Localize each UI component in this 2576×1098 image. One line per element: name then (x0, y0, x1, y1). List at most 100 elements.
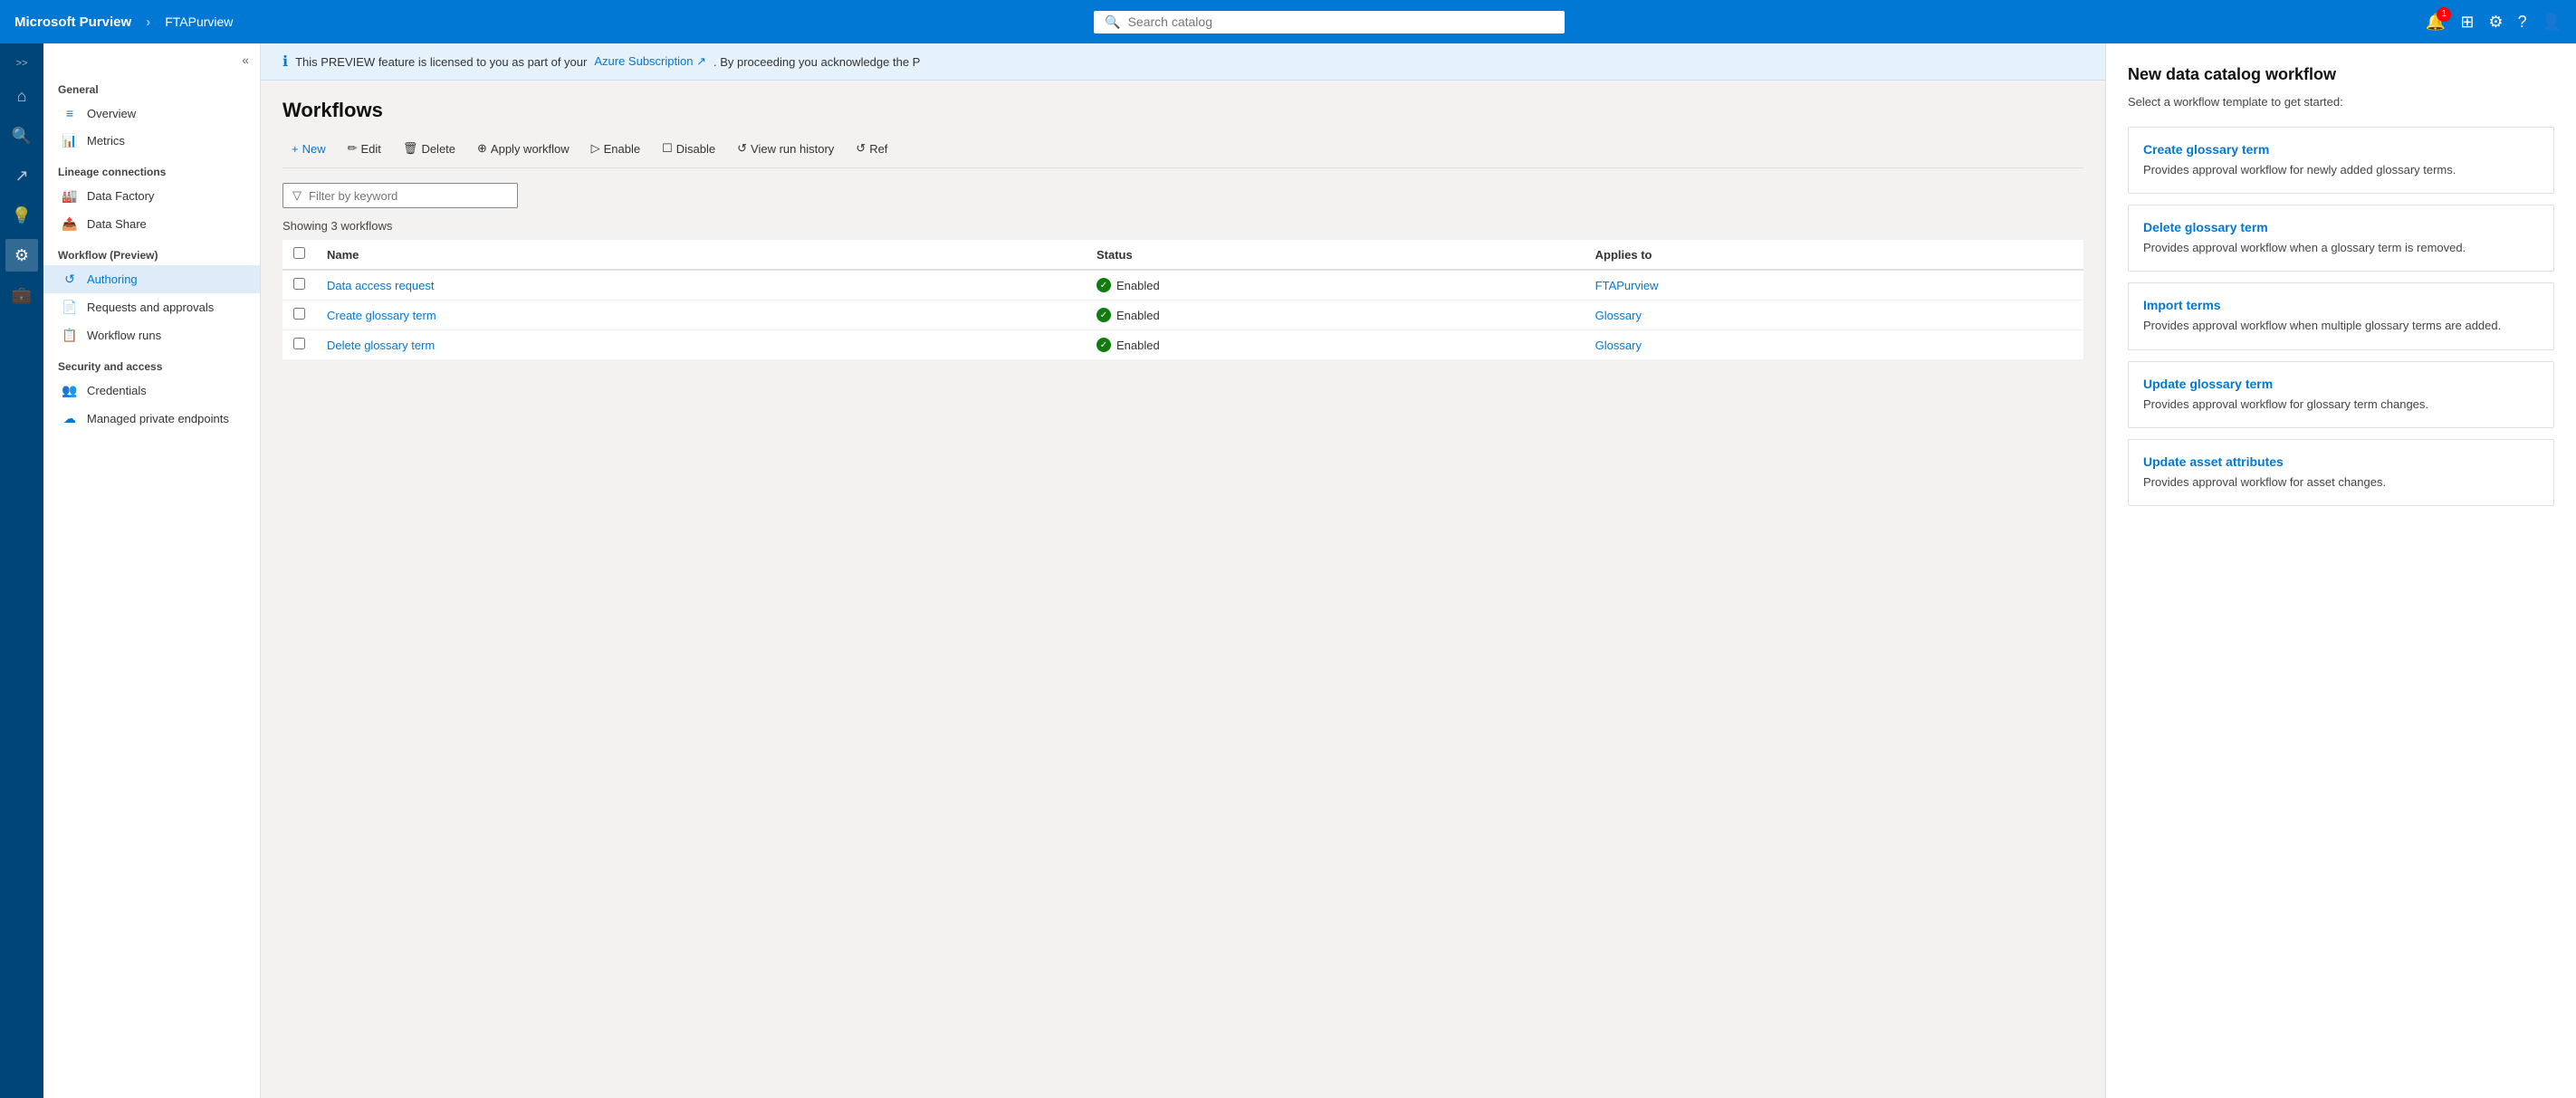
new-button[interactable]: + New (282, 138, 335, 160)
sidebar-item-overview[interactable]: ≡ Overview (43, 100, 260, 127)
template-title-3: Update glossary term (2143, 377, 2539, 391)
refresh-icon: ↺ (856, 141, 866, 156)
row-status-1: ✓ Enabled (1086, 301, 1585, 330)
azure-subscription-link[interactable]: Azure Subscription ↗ (594, 54, 706, 69)
sidebar-icon-lineage[interactable]: ↗ (5, 159, 38, 192)
status-label-1: Enabled (1116, 309, 1160, 322)
edit-button[interactable]: ✏ Edit (339, 137, 390, 160)
refresh-button[interactable]: ↺ Ref (847, 137, 896, 160)
enable-label: Enable (604, 142, 640, 156)
status-label-0: Enabled (1116, 279, 1160, 292)
workflow-link-1[interactable]: Create glossary term (327, 309, 436, 322)
workflow-link-2[interactable]: Delete glossary term (327, 339, 435, 352)
sidebar-item-label: Data Share (87, 217, 147, 231)
sidebar-item-label: Data Factory (87, 189, 154, 203)
delete-icon: 🗑 (403, 141, 418, 156)
template-card-2[interactable]: Import terms Provides approval workflow … (2128, 282, 2554, 349)
sidebar-icon-management[interactable]: ⚙ (5, 239, 38, 272)
template-card-1[interactable]: Delete glossary term Provides approval w… (2128, 205, 2554, 272)
info-text-after: . By proceeding you acknowledge the P (713, 55, 920, 69)
template-card-4[interactable]: Update asset attributes Provides approva… (2128, 439, 2554, 506)
sidebar-icon-home[interactable]: ⌂ (5, 80, 38, 112)
filter-input-wrapper[interactable]: ▽ (282, 183, 518, 208)
applies-link-0[interactable]: FTAPurview (1595, 279, 1659, 292)
help-icon: ? (2518, 13, 2527, 31)
section-title-general: General (43, 72, 260, 100)
disable-button[interactable]: ☐ Disable (653, 137, 724, 160)
row-applies-1: Glossary (1585, 301, 2083, 330)
sidebar-collapse-top[interactable]: >> (13, 54, 32, 72)
row-checkbox-2[interactable] (293, 338, 305, 349)
template-cards-container: Create glossary term Provides approval w… (2128, 127, 2554, 506)
enable-icon: ▷ (591, 141, 600, 156)
nav-collapse-area: « (43, 43, 260, 72)
applies-link-2[interactable]: Glossary (1595, 339, 1642, 352)
gear-icon: ⚙ (2488, 13, 2503, 31)
refresh-label: Ref (869, 142, 887, 156)
sidebar-item-data-factory[interactable]: 🏭 Data Factory (43, 182, 260, 210)
page-title: Workflows (282, 99, 2083, 122)
applies-link-1[interactable]: Glossary (1595, 309, 1642, 322)
sidebar-icon-insights[interactable]: 💡 (5, 199, 38, 232)
row-checkbox-cell (282, 270, 316, 301)
search-bar[interactable]: 🔍 (1094, 11, 1565, 33)
info-text: This PREVIEW feature is licensed to you … (295, 55, 587, 69)
sidebar-item-credentials[interactable]: 👥 Credentials (43, 377, 260, 405)
row-status-0: ✓ Enabled (1086, 270, 1585, 301)
status-dot-0: ✓ (1096, 278, 1111, 292)
nav-collapse-button[interactable]: « (238, 51, 253, 69)
delete-label: Delete (421, 142, 455, 156)
sidebar-icon-briefcase[interactable]: 💼 (5, 279, 38, 311)
template-card-3[interactable]: Update glossary term Provides approval w… (2128, 361, 2554, 428)
table-header: Name Status Applies to (282, 240, 2083, 270)
sidebar-item-authoring[interactable]: ↺ Authoring (43, 265, 260, 293)
sidebar-item-private-endpoints[interactable]: ☁ Managed private endpoints (43, 405, 260, 433)
row-checkbox-1[interactable] (293, 308, 305, 320)
sidebar-item-metrics[interactable]: 📊 Metrics (43, 127, 260, 155)
filter-keyword-input[interactable] (309, 189, 508, 203)
table-body: Data access request ✓ Enabled FTAPurview… (282, 270, 2083, 360)
run-history-icon: ↺ (737, 141, 747, 156)
col-header-applies-to: Applies to (1585, 240, 2083, 270)
row-applies-2: Glossary (1585, 330, 2083, 360)
template-card-0[interactable]: Create glossary term Provides approval w… (2128, 127, 2554, 194)
showing-count: Showing 3 workflows (282, 219, 2083, 233)
sidebar-item-label: Authoring (87, 272, 138, 286)
page-area: Workflows + New ✏ Edit 🗑 Delete ⊕ App (261, 81, 2105, 378)
sidebar-item-data-share[interactable]: 📤 Data Share (43, 210, 260, 238)
sidebar-icon-catalog[interactable]: 🔍 (5, 119, 38, 152)
enable-button[interactable]: ▷ Enable (582, 137, 649, 160)
view-run-label: View run history (751, 142, 834, 156)
search-input[interactable] (1128, 14, 1555, 29)
row-checkbox-0[interactable] (293, 278, 305, 290)
section-title-security: Security and access (43, 349, 260, 377)
sidebar-item-label: Managed private endpoints (87, 412, 229, 425)
sidebar-item-workflow-runs[interactable]: 📋 Workflow runs (43, 321, 260, 349)
sidebar-item-requests[interactable]: 📄 Requests and approvals (43, 293, 260, 321)
gear-button[interactable]: ⚙ (2488, 13, 2503, 32)
row-checkbox-cell (282, 301, 316, 330)
row-status-2: ✓ Enabled (1086, 330, 1585, 360)
apply-workflow-button[interactable]: ⊕ Apply workflow (468, 137, 579, 160)
brand-logo[interactable]: Microsoft Purview › FTAPurview (14, 14, 233, 30)
grid-button[interactable]: ⊞ (2460, 13, 2474, 32)
template-title-1: Delete glossary term (2143, 220, 2539, 234)
section-title-lineage: Lineage connections (43, 155, 260, 182)
row-checkbox-cell (282, 330, 316, 360)
notification-button[interactable]: 🔔 1 (2426, 13, 2446, 32)
requests-icon: 📄 (62, 300, 78, 315)
help-button[interactable]: ? (2518, 13, 2527, 32)
filter-bar: ▽ (282, 183, 2083, 208)
overview-icon: ≡ (62, 106, 78, 120)
select-all-checkbox[interactable] (293, 247, 305, 259)
sidebar-item-label: Workflow runs (87, 329, 161, 342)
workflow-link-0[interactable]: Data access request (327, 279, 435, 292)
authoring-icon: ↺ (62, 272, 78, 287)
disable-label: Disable (676, 142, 715, 156)
grid-icon: ⊞ (2460, 13, 2474, 31)
delete-button[interactable]: 🗑 Delete (394, 137, 464, 160)
row-name-2: Delete glossary term (316, 330, 1086, 360)
workflow-runs-icon: 📋 (62, 328, 78, 343)
view-run-history-button[interactable]: ↺ View run history (728, 137, 843, 160)
user-button[interactable]: 👤 (2542, 13, 2562, 32)
